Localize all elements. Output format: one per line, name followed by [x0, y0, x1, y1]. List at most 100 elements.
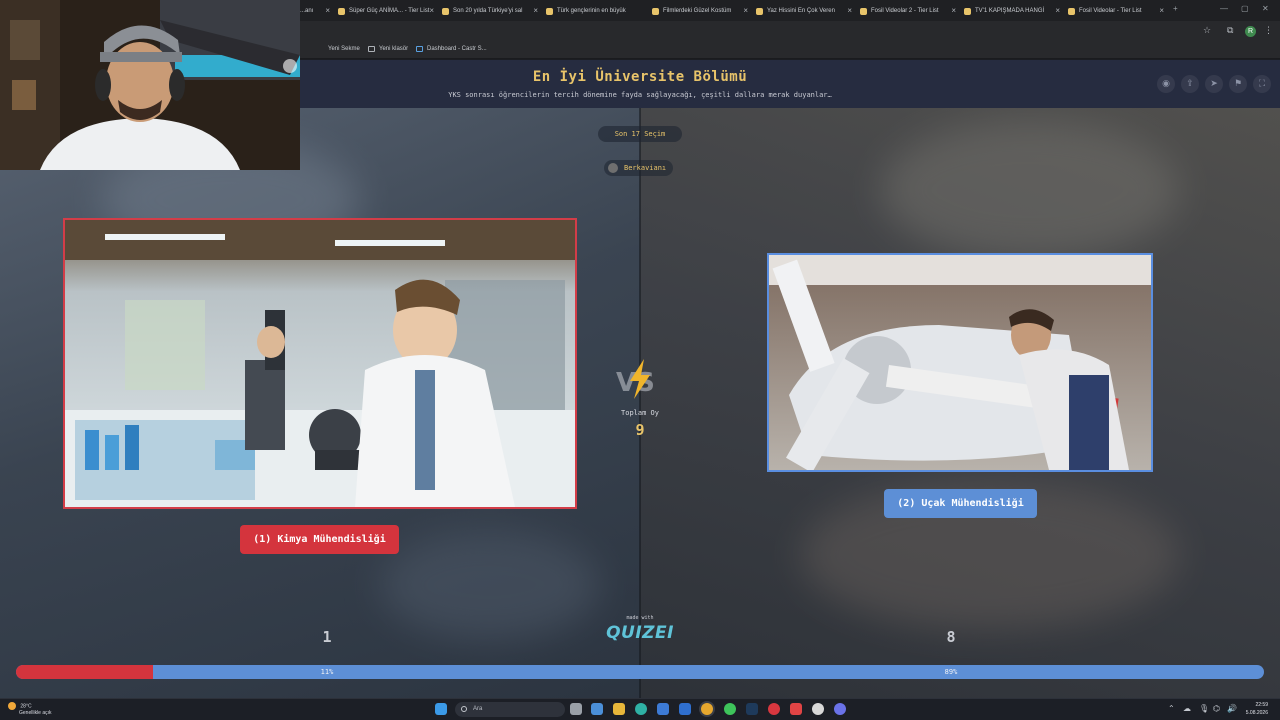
menu-icon[interactable]: ⋮ — [1264, 26, 1273, 36]
option-card-right[interactable] — [767, 253, 1153, 472]
close-tab-icon[interactable]: × — [1055, 6, 1060, 15]
eye-icon[interactable]: ◉ — [1157, 75, 1175, 93]
author-avatar — [608, 163, 618, 173]
close-window-icon[interactable]: ✕ — [1262, 4, 1269, 13]
tray-app-icon[interactable]: ☁ — [1183, 704, 1191, 713]
close-tab-icon[interactable]: × — [1159, 6, 1164, 15]
vote-right-button[interactable]: (2) Uçak Mühendisliği — [884, 489, 1037, 518]
background-blur — [380, 530, 600, 640]
vote-progress-bar — [16, 665, 1264, 679]
close-tab-icon[interactable]: × — [951, 6, 956, 15]
bookmark-item[interactable]: Yeni Sekme — [328, 46, 360, 52]
author-badge[interactable]: Berkavianı — [604, 160, 674, 176]
share-icon[interactable]: ⇪ — [1181, 75, 1199, 93]
tab-title: Fosil Videolar - Tier List — [1079, 8, 1142, 14]
left-vote-percent: 11% — [320, 668, 334, 676]
tab-favicon-icon — [756, 7, 763, 15]
bookmark-item[interactable]: Dashboard - Castr S... — [416, 46, 487, 52]
volume-icon[interactable]: 🔊 — [1227, 704, 1237, 713]
tab-favicon-icon — [546, 7, 553, 15]
tab-title: Fosil Videolar 2 - Tier List — [871, 8, 939, 14]
streamer-webcam-image — [0, 0, 300, 170]
quizei-logo[interactable]: QUIZEI — [590, 623, 690, 643]
tab-favicon-icon — [860, 7, 867, 15]
start-menu-icon[interactable] — [435, 703, 447, 715]
microphone-icon[interactable]: 🎙 — [1199, 704, 1209, 713]
windows-taskbar: 28°C Genellikle açık Ara ⌃ ☁ 🎙 ⌬ 🔊 22:59… — [0, 698, 1280, 720]
browser-tab[interactable]: Fosil Videolar 2 - Tier List × — [860, 3, 956, 19]
tray-chevron-icon[interactable]: ⌃ — [1168, 704, 1175, 713]
background-blur — [880, 120, 1180, 260]
center-divider — [639, 108, 641, 698]
folder-icon — [368, 46, 375, 52]
aircraft-engineering-image — [769, 255, 1151, 470]
browser-tab[interactable]: Son 20 yılda Türkiye'yi sal × — [442, 3, 538, 19]
steam-icon[interactable] — [746, 703, 758, 715]
chrome-icon[interactable] — [701, 703, 713, 715]
tab-title: Son 20 yılda Türkiye'yi sal — [453, 8, 523, 14]
profile-avatar[interactable]: R — [1245, 26, 1256, 37]
made-with-text: made with — [626, 615, 654, 621]
browser-tab[interactable]: Fosil Videolar - Tier List × — [1068, 3, 1164, 19]
chemistry-lab-image — [65, 220, 575, 507]
bookmark-label: Yeni klasör — [379, 46, 409, 52]
close-tab-icon[interactable]: × — [743, 6, 748, 15]
round-counter: Son 17 Seçim — [598, 126, 682, 142]
close-tab-icon[interactable]: × — [847, 6, 852, 15]
browser-tab[interactable]: Süper Güç ANİMA... - Tier List × — [338, 3, 434, 19]
bookmark-label: Yeni Sekme — [328, 46, 360, 52]
bookmark-folder[interactable]: Yeni klasör — [368, 46, 408, 52]
clock-time: 22:59 — [1255, 702, 1268, 708]
right-vote-percent: 89% — [944, 668, 958, 676]
browser-tab[interactable]: Yaz Hissini En Çok Veren × — [756, 3, 852, 19]
extensions-icon[interactable]: ⧉ — [1227, 26, 1233, 36]
app-icon[interactable] — [812, 703, 824, 715]
tab-favicon-icon — [652, 7, 659, 15]
clock-date: 5.08.2026 — [1245, 710, 1268, 716]
widgets-icon[interactable] — [591, 703, 603, 715]
sun-icon — [8, 702, 16, 710]
edge-icon[interactable] — [635, 703, 647, 715]
tab-title: TV'1 KAPIŞMADA HANGİ — [975, 8, 1045, 14]
vs-lightning-icon: VS — [616, 359, 655, 399]
file-explorer-icon[interactable] — [613, 703, 625, 715]
close-tab-icon[interactable]: × — [533, 6, 538, 15]
minimize-icon[interactable]: — — [1220, 4, 1228, 13]
browser-tab[interactable]: TV'1 KAPIŞMADA HANGİ × — [964, 3, 1060, 19]
mail-icon[interactable] — [679, 703, 691, 715]
network-icon[interactable]: ⌬ — [1213, 704, 1220, 713]
store-icon[interactable] — [657, 703, 669, 715]
whatsapp-icon[interactable] — [724, 703, 736, 715]
right-vote-count: 8 — [946, 628, 956, 646]
task-view-icon[interactable] — [570, 703, 582, 715]
send-icon[interactable]: ➤ — [1205, 75, 1223, 93]
weather-text: Genellikle açık — [19, 710, 52, 717]
tab-title: Türk gençlerinin en büyük — [557, 8, 626, 14]
weather-temp: 28°C — [20, 703, 32, 710]
bookmark-label: Dashboard - Castr S... — [427, 46, 487, 52]
tab-title: Süper Güç ANİMA... - Tier List — [349, 8, 430, 14]
search-icon — [461, 706, 467, 712]
weather-widget[interactable]: 28°C Genellikle açık — [8, 702, 52, 717]
total-votes-label: Toplam Oy — [621, 409, 659, 417]
maximize-icon[interactable]: ▢ — [1241, 4, 1249, 13]
browser-tab[interactable]: ...anı × — [300, 3, 330, 19]
bookmark-star-icon[interactable]: ☆ — [1203, 26, 1211, 36]
taskbar-clock[interactable]: 22:59 5.08.2026 — [1246, 701, 1268, 717]
discord-icon[interactable] — [834, 703, 846, 715]
app-icon[interactable] — [790, 703, 802, 715]
vote-left-button[interactable]: (1) Kimya Mühendisliği — [240, 525, 399, 554]
browser-tab[interactable]: Filmlerdeki Güzel Kostüm × — [652, 3, 748, 19]
close-tab-icon[interactable]: × — [325, 6, 330, 15]
new-tab-button[interactable]: + — [1173, 4, 1178, 13]
option-card-left[interactable] — [63, 218, 577, 509]
flag-icon[interactable]: ⚑ — [1229, 75, 1247, 93]
tab-title: Filmlerdeki Güzel Kostüm — [663, 8, 732, 14]
app-icon[interactable] — [768, 703, 780, 715]
taskbar-search[interactable]: Ara — [455, 702, 565, 717]
close-tab-icon[interactable]: × — [429, 6, 434, 15]
tab-favicon-icon — [1068, 7, 1075, 15]
fullscreen-icon[interactable]: ⛶ — [1253, 75, 1271, 93]
webcam-overlay — [0, 0, 300, 170]
left-vote-fill — [16, 665, 154, 679]
